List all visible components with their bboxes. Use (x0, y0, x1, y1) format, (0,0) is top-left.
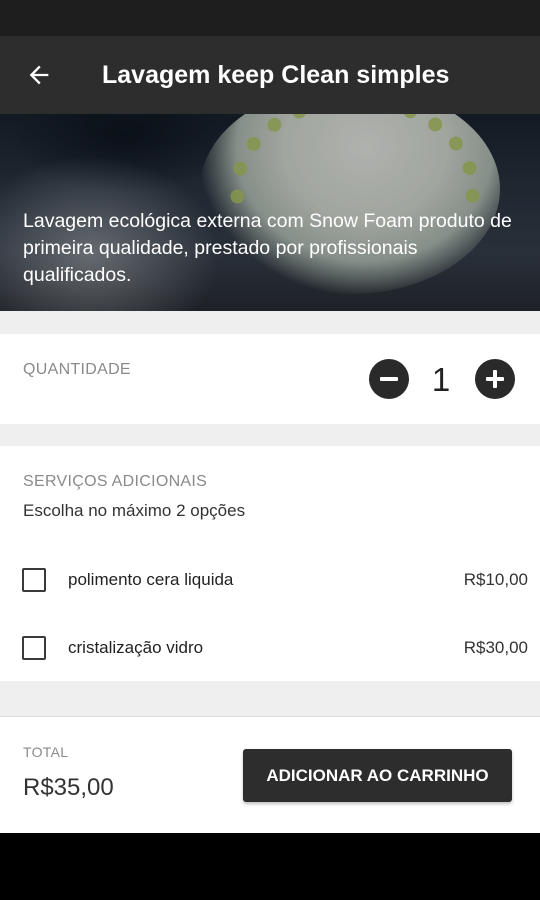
arrow-left-icon (29, 65, 49, 85)
navigation-bar (0, 833, 540, 900)
addon-item-polimento[interactable]: polimento cera liquida R$10,00 (0, 556, 540, 604)
addon-price: R$10,00 (463, 570, 528, 589)
quantity-card: QUANTIDADE 1 (0, 334, 540, 424)
addon-name: cristalização vidro (68, 638, 204, 657)
addon-item-cristalizacao[interactable]: cristalização vidro R$30,00 (0, 624, 540, 672)
hero-banner: Lavagem ecológica externa com Snow Foam … (0, 114, 540, 311)
increment-button[interactable] (475, 359, 515, 399)
addon-price: R$30,00 (463, 638, 528, 657)
service-description: Lavagem ecológica externa com Snow Foam … (23, 210, 512, 286)
quantity-value: 1 (431, 361, 451, 398)
app-bar: Lavagem keep Clean simples (0, 36, 540, 114)
decrement-button[interactable] (369, 359, 409, 399)
quantity-label: QUANTIDADE (23, 361, 131, 378)
add-to-cart-button[interactable]: ADICIONAR AO CARRINHO (243, 749, 512, 802)
addons-subtitle: Escolha no máximo 2 opções (23, 501, 246, 520)
back-button[interactable] (18, 55, 60, 95)
addons-title: SERVIÇOS ADICIONAIS (23, 473, 208, 490)
status-bar (0, 0, 540, 36)
checkout-footer: TOTAL R$35,00 ADICIONAR AO CARRINHO (0, 716, 540, 833)
addon-checkbox[interactable] (22, 636, 46, 660)
total-value: R$35,00 (23, 774, 114, 801)
addon-name: polimento cera liquida (68, 570, 234, 589)
page-title: Lavagem keep Clean simples (102, 61, 450, 89)
addon-checkbox[interactable] (22, 568, 46, 592)
addons-card: SERVIÇOS ADICIONAIS Escolha no máximo 2 … (0, 446, 540, 681)
total-label: TOTAL (23, 744, 69, 760)
